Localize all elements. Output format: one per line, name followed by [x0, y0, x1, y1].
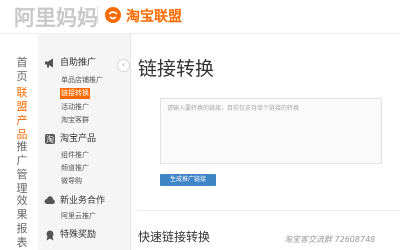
page-title: 链接转换 — [138, 58, 215, 80]
group-label: 新业务合作 — [60, 196, 106, 206]
primary-nav-products[interactable]: 联盟产品 — [14, 86, 30, 142]
alimama-logo[interactable]: 阿里妈妈 — [14, 2, 98, 32]
award-icon — [46, 230, 54, 241]
taobao-icon: 淘 — [45, 134, 55, 144]
primary-nav-home[interactable]: 首页 — [14, 56, 30, 84]
sub-nav-item-link-conversion[interactable]: 链接转换 — [60, 88, 90, 99]
sub-nav-item-activity[interactable]: 活动推广 — [60, 102, 90, 113]
sub-nav-item-aliyun[interactable]: 阿里云推广 — [60, 211, 97, 222]
primary-nav-reports[interactable]: 效果报表 — [14, 194, 30, 250]
megaphone-icon — [45, 58, 53, 68]
top-header: 阿里妈妈 淘宝联盟 — [0, 0, 400, 32]
sub-nav-item-channel[interactable]: 频道推广 — [60, 163, 90, 174]
svg-text:淘: 淘 — [46, 134, 54, 144]
primary-nav: 首页 联盟产品 推广管理 效果报表 — [0, 34, 38, 250]
quick-conversion-title: 快速链接转换 — [138, 230, 211, 244]
cloud-icon — [44, 196, 55, 204]
taobao-alliance-title[interactable]: 淘宝联盟 — [126, 6, 182, 26]
group-label: 淘宝产品 — [60, 134, 97, 144]
group-label: 特殊奖励 — [60, 230, 97, 240]
header-separator — [97, 6, 98, 24]
group-label: 自助推广 — [60, 58, 97, 68]
sub-nav-item-taoke-group[interactable]: 淘宝客群 — [60, 115, 90, 126]
primary-nav-promotion-management[interactable]: 推广管理 — [14, 140, 30, 196]
generate-link-button[interactable]: 生成推广链接 — [160, 174, 216, 186]
sub-nav-item-single-store[interactable]: 单品店铺推广 — [60, 75, 104, 86]
watermark: 淘宝客交流群 72608748 — [284, 235, 376, 244]
sub-nav-item-micro-guide[interactable]: 微导购 — [60, 176, 83, 187]
collapse-sidebar-button[interactable]: ‹ — [117, 59, 130, 72]
taobao-logo-icon — [105, 7, 121, 23]
link-input[interactable] — [160, 98, 382, 164]
sub-nav-item-widget[interactable]: 组件推广 — [60, 150, 90, 161]
section-divider — [138, 210, 400, 211]
